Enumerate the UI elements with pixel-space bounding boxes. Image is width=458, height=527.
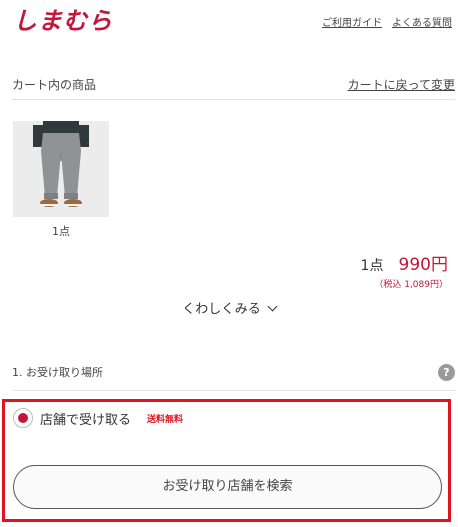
search-store-button[interactable]: お受け取り店舗を検索 [13, 465, 442, 509]
help-icon[interactable]: ? [438, 364, 455, 381]
item-quantity: 1点 [52, 225, 70, 238]
faq-link[interactable]: よくある質問 [392, 14, 452, 29]
store-pickup-radio[interactable] [13, 408, 33, 428]
store-pickup-label[interactable]: 店舗で受け取る [40, 409, 131, 428]
free-shipping-badge: 送料無料 [147, 415, 184, 425]
cart-total: 1点 990円 （税込 1,089円） [361, 250, 448, 290]
chevron-down-icon [267, 301, 278, 312]
divider [12, 390, 455, 391]
total-quantity: 1点 [360, 258, 384, 274]
product-image[interactable] [13, 121, 109, 217]
pickup-section-title: 1. お受け取り場所 [12, 366, 103, 379]
shimamura-logo[interactable]: しまむら [13, 6, 113, 36]
see-more-label: くわしくみる [182, 302, 261, 317]
header: しまむら ご利用ガイド よくある質問 [0, 0, 458, 50]
pants-product-icon [13, 121, 109, 217]
see-more-toggle[interactable]: くわしくみる [0, 298, 458, 317]
tax-included-price: （税込 1,089円） [374, 280, 448, 290]
divider [12, 99, 455, 100]
cart-title: カート内の商品 [12, 78, 97, 92]
back-to-cart-link[interactable]: カートに戻って変更 [348, 76, 455, 93]
guide-link[interactable]: ご利用ガイド [322, 14, 382, 29]
cart-header: カート内の商品 カートに戻って変更 [12, 76, 455, 98]
radio-selected-dot [18, 413, 28, 423]
total-price: 990円 [398, 255, 448, 275]
header-links: ご利用ガイド よくある質問 [322, 14, 452, 29]
